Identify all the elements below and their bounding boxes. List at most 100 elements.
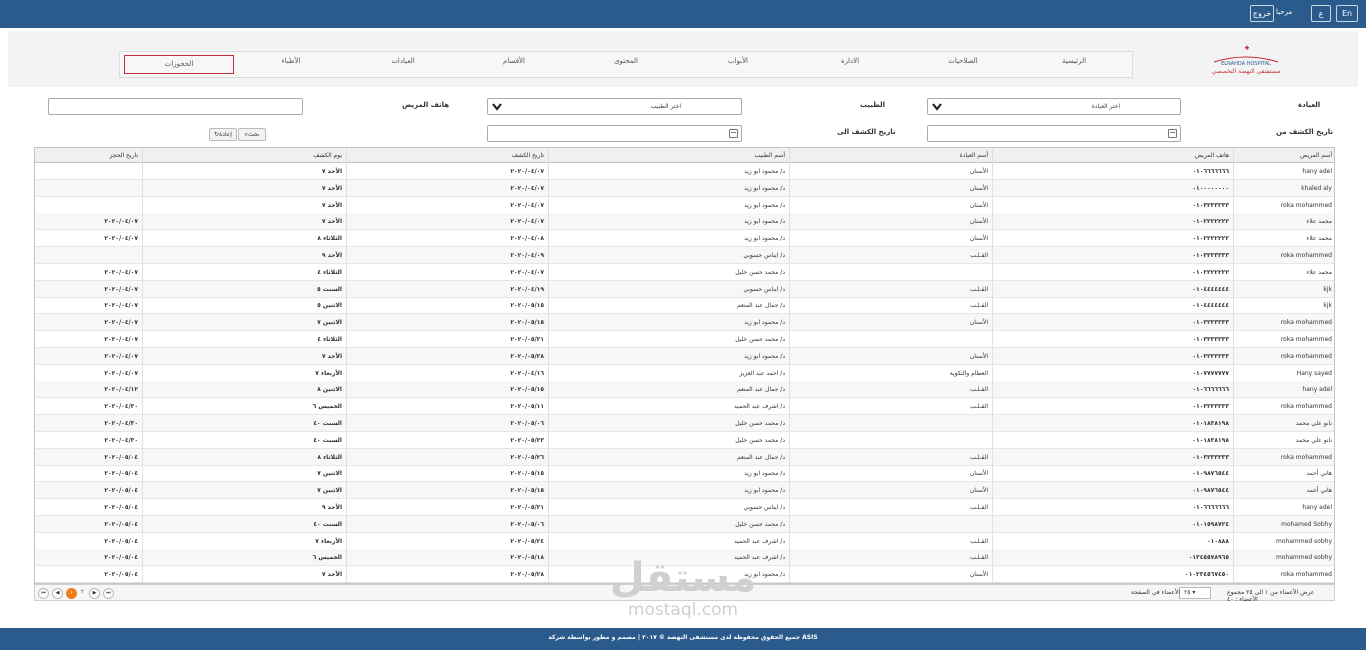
cell-patient-name: hany adel xyxy=(1302,504,1332,511)
table-row[interactable]: mohammed sobhy ٠١٠٨٨٨ القـلـب د/ اشرف عبد ا… xyxy=(35,533,1334,550)
logout-button[interactable]: خروج xyxy=(1250,5,1274,22)
watermark: مستقل mostaql.com xyxy=(598,556,768,620)
bookings-table: أسم المريض هاتف المريض أسم العيادة أسم ا… xyxy=(34,147,1335,584)
column-header-patient-phone[interactable]: هاتف المريض xyxy=(992,148,1233,163)
cell-exam-date: ٢٠٢٠/٠٥/٠٦ xyxy=(510,420,544,427)
column-header-exam-day[interactable]: يوم الكشف xyxy=(142,148,346,163)
table-row[interactable]: kjk ٠١٠٤٤٤٤٤٤٤ القـلـب د/ ايناس حسوبي ٢٠٢٠/٠… xyxy=(35,280,1334,298)
cell-exam-day: السبت ٤٠ xyxy=(313,436,342,444)
nav-departments[interactable]: الأقسام xyxy=(474,57,554,65)
cell-exam-date: ٢٠٢٠/٠٤/٠٧ xyxy=(510,268,544,276)
cell-clinic-name xyxy=(789,331,992,348)
cell-patient-phone: ٠١٠٣٣٣٣٣٣٣ xyxy=(1192,453,1229,461)
english-language-button[interactable]: En xyxy=(1336,5,1358,22)
column-header-clinic-name[interactable]: أسم العيادة xyxy=(789,148,992,163)
arabic-language-button[interactable]: ع xyxy=(1311,5,1331,22)
cell-exam-date: ٢٠٢٠/٠٥/٢١ xyxy=(510,336,544,343)
table-row[interactable]: محمد علاء ٠١٠٢٢٢٢٢٢٢ د/ محمد حسن خليل ٢٠٢٠/… xyxy=(35,264,1334,281)
next-page-button[interactable]: ▶ xyxy=(89,588,100,599)
table-row[interactable]: نانو علي محمد ٠١٠١٨٣٨١٩٨ د/ محمد حسن خليل ٢… xyxy=(35,415,1334,432)
cell-exam-day: الأربعاء ٧ xyxy=(315,369,342,377)
nav-home[interactable]: الرئيسية xyxy=(1034,57,1114,65)
cell-doctor-name: د/ محمد حسن خليل xyxy=(735,420,785,427)
cell-exam-day: الأحد ٩ xyxy=(321,252,342,259)
table-row[interactable]: kjk ٠١٠٤٤٤٤٤٤٤ القـلـب د/ جمال عبد المنعم ٢٠… xyxy=(35,297,1334,315)
nav-content[interactable]: المحتوى xyxy=(586,57,666,65)
cell-exam-date: ٢٠٢٠/٠٥/٢٦ xyxy=(510,453,544,461)
column-header-doctor-name[interactable]: أسم الطبيب xyxy=(548,148,789,163)
nav-doctors[interactable]: الأطباء xyxy=(251,57,331,65)
cell-booking-date: ٢٠٢٠/٠٥/٠٤ xyxy=(104,487,138,495)
cell-patient-phone: ٠١٠٣٣٣٣٣٣٣ xyxy=(1192,319,1229,327)
cell-exam-date: ٢٠٢٠/٠٥/١٥ xyxy=(510,386,544,394)
previous-page-button[interactable]: ◀ xyxy=(52,588,63,599)
nav-clinics[interactable]: العيادات xyxy=(363,57,443,65)
page-1-button[interactable]: ١ xyxy=(66,588,77,599)
column-header-patient-name[interactable]: أسم المريض xyxy=(1233,148,1334,163)
svg-text:ELNAHDA HOSPITAL: ELNAHDA HOSPITAL xyxy=(1221,61,1271,67)
cell-patient-phone: ٠١٠٤٤٤٤٤٤٤ xyxy=(1192,285,1229,293)
patient-phone-input[interactable] xyxy=(48,98,303,115)
column-header-exam-date[interactable]: تاريخ الكشف xyxy=(346,148,548,163)
search-button[interactable]: ⌕بحث xyxy=(238,128,266,141)
table-row[interactable]: محمد علاء ٠١٠٢٢٢٢٢٢٢ الأسنان د/ محمود ابو ز… xyxy=(35,230,1334,248)
nav-administration[interactable]: الادارة xyxy=(810,57,890,65)
cell-booking-date: ٢٠٢٠/٠٥/٠٤ xyxy=(104,571,138,579)
table-row[interactable]: محمد علاء ٠١٠٢٢٢٢٢٢٢ الأسنان د/ محمود ابو ز… xyxy=(35,213,1334,231)
doctor-select[interactable]: اختر الطبيب xyxy=(487,98,742,115)
cell-doctor-name: د/ محمود ابو زيد xyxy=(744,352,785,360)
cell-patient-phone: ٠١٠٣٣٣٣٣٣٣ xyxy=(1192,201,1229,209)
cell-exam-day: الأحد ٧ xyxy=(321,218,342,226)
cell-clinic-name: القـلـب xyxy=(970,554,988,562)
table-row[interactable]: mohamed Sobhy ٠١٠١٥٩٨٧٢٤ د/ محمد حسن خليل ٢… xyxy=(35,515,1334,533)
table-row[interactable]: Hany sayed ٠١٠٧٧٧٧٧٧٧ العظام والتكوية د/ اح… xyxy=(35,365,1334,382)
cell-doctor-name: د/ محمود ابو زيد xyxy=(744,235,785,243)
first-page-button[interactable]: ⏮ xyxy=(38,588,49,599)
nav-bookings[interactable]: الحجوزات xyxy=(124,55,234,74)
cell-patient-name: mohammed sobhy xyxy=(1275,554,1332,562)
cell-exam-day: الأربعاء ٧ xyxy=(315,537,342,545)
table-row[interactable]: hany adel ٠١٠٦٦٦٦٦٦٦ القـلـب د/ جمال عبد ال… xyxy=(35,381,1334,399)
date-from-input[interactable] xyxy=(927,125,1181,142)
date-to-input[interactable] xyxy=(487,125,742,142)
last-page-button[interactable]: ⏭ xyxy=(103,588,114,599)
table-row[interactable]: hany adel ٠١٠٦٦٦٦٦٦٦ الأسنان د/ محمود ابو ز… xyxy=(35,163,1334,180)
page-size-select[interactable]: ٢٥ ▾ xyxy=(1179,587,1211,599)
cell-doctor-name: د/ محمود ابو زيد xyxy=(744,319,785,327)
table-row[interactable]: هاني أحمد ٠١٠٩٨٧٦٥٤٤ الأسنان د/ محمود ابو ز… xyxy=(35,465,1334,483)
nav-sections-doors[interactable]: الأبواب xyxy=(698,57,778,65)
cell-patient-name: roka mohammed xyxy=(1280,403,1332,411)
table-row[interactable]: هاني أحمد ٠١٠٩٨٧٦٥٤٤ الأسنان د/ محمود ابو ز… xyxy=(35,482,1334,500)
cell-exam-day: الأحد ٧ xyxy=(321,571,342,579)
cell-patient-name: Hany sayed xyxy=(1296,369,1332,377)
table-row[interactable]: roka mohammed ٠١٠٣٣٣٣٣٣٣ القـلـب د/ ايناس ح… xyxy=(35,247,1334,264)
nav-permissions[interactable]: الصلاحيات xyxy=(923,57,1003,65)
cell-exam-day: الاثنين ٧ xyxy=(317,487,342,495)
table-row[interactable]: roka mohammed ٠١٠٣٣٣٣٣٣٣ القـلـب د/ اشرف عب… xyxy=(35,398,1334,416)
table-row[interactable]: hany adel ٠١٠٦٦٦٦٦٦٦ القـلـب د/ ايناس حسوبي… xyxy=(35,499,1334,516)
clinic-select[interactable]: اختر العيادة xyxy=(927,98,1181,115)
table-row[interactable]: roka mohammed ٠١٠٣٣٣٣٣٣٣ الأسنان د/ محمود ا… xyxy=(35,314,1334,332)
calendar-icon[interactable] xyxy=(1168,129,1177,138)
cell-doctor-name: د/ محمود ابو زيد xyxy=(744,470,785,478)
patient-phone-label: هاتف المريض xyxy=(402,101,450,109)
cell-patient-name: محمد علاء xyxy=(1306,235,1332,243)
cell-exam-day: الأحد ٧ xyxy=(321,184,342,192)
cell-patient-phone: ٠١٠٢٣٤٥٦٧٤٥٠ xyxy=(1185,571,1229,579)
table-row[interactable]: roka mohammed ٠١٠٣٣٣٣٣٣٣ د/ محمد حسن خليل ٢… xyxy=(35,331,1334,348)
reset-button[interactable]: ↻إعادة xyxy=(209,128,237,141)
column-header-booking-date[interactable]: تاريخ الحجز xyxy=(35,148,142,163)
clinic-label: العيادة xyxy=(1298,101,1321,109)
table-row[interactable]: khaled aly ٠١٠٠٠٠٠٠٠٠ الأسنان د/ محمود ابو … xyxy=(35,179,1334,197)
table-row[interactable]: roka mohammed ٠١٠٣٣٣٣٣٣٣ الأسنان د/ محمود ا… xyxy=(35,197,1334,214)
page-2-button[interactable]: ٢ xyxy=(77,588,88,599)
cell-patient-name: هاني أحمد xyxy=(1306,470,1332,478)
chevron-down-icon xyxy=(932,103,942,111)
calendar-icon[interactable] xyxy=(729,129,738,138)
table-row[interactable]: roka mohammed ٠١٠٣٣٣٣٣٣٣ القـلـب د/ جمال عب… xyxy=(35,448,1334,466)
hospital-logo[interactable]: ELNAHDA HOSPITAL مستشفى النهضة التخصصي xyxy=(1206,40,1286,80)
table-header: أسم المريض هاتف المريض أسم العيادة أسم ا… xyxy=(35,148,1334,163)
table-row[interactable]: roka mohammed ٠١٠٣٣٣٣٣٣٣ الأسنان د/ محمود ا… xyxy=(35,347,1334,365)
table-row[interactable]: نانو علي محمد ٠١٠١٨٣٨١٩٨ د/ محمد حسن خليل ٢… xyxy=(35,432,1334,449)
cell-clinic-name: الأسنان xyxy=(969,352,988,360)
